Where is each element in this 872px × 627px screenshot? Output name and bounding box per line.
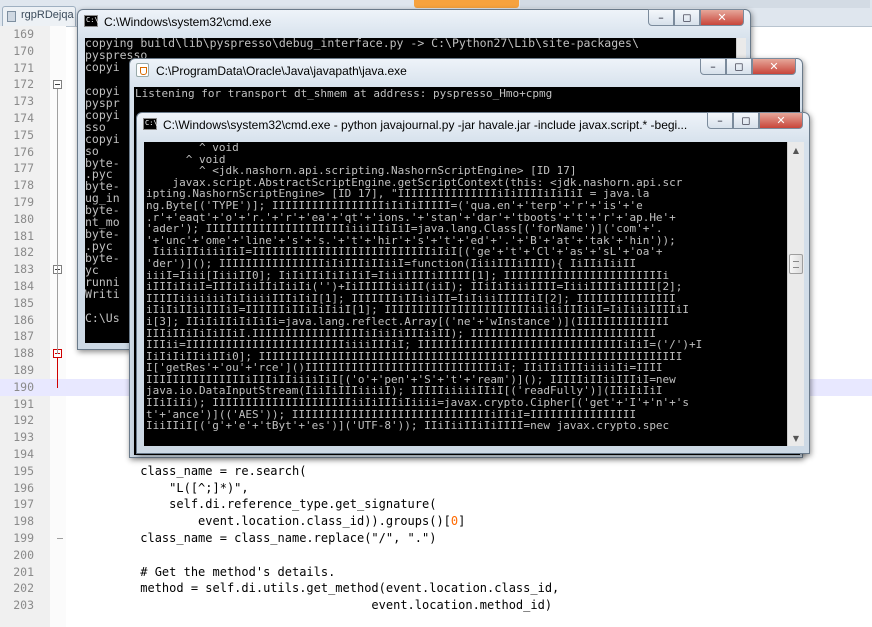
- window-title: C:\Windows\system32\cmd.exe: [104, 15, 272, 29]
- code-line: 202 method = self.di.utils.get_method(ev…: [0, 580, 872, 597]
- console-output[interactable]: ^ void ^ void ^ <jdk.nashorn.api.scripti…: [144, 142, 787, 446]
- title-bar[interactable]: C:\Windows\system32\cmd.exe – ◻ ✕: [78, 9, 750, 34]
- line-number: 190: [13, 379, 34, 394]
- vertical-scrollbar[interactable]: ▲ ▼: [787, 142, 804, 446]
- line-number: 200: [13, 547, 34, 562]
- fold-guide-line: [57, 89, 58, 355]
- line-number: 171: [13, 60, 34, 75]
- line-number: 170: [13, 43, 34, 58]
- line-number: 191: [13, 396, 34, 411]
- maximize-button[interactable]: ◻: [733, 112, 759, 129]
- close-button[interactable]: ✕: [759, 112, 803, 129]
- editor-tab-label: rgpRDejqa: [21, 9, 74, 21]
- line-number: 198: [13, 514, 34, 529]
- line-number: 202: [13, 581, 34, 596]
- line-number: 180: [13, 211, 34, 226]
- console-text: Listening for transport dt_shmem at addr…: [135, 87, 553, 100]
- code-text: class_name = re.search(: [68, 463, 307, 478]
- fold-end-marker: [57, 538, 63, 539]
- title-bar[interactable]: C:\Windows\system32\cmd.exe - python jav…: [137, 112, 809, 137]
- code-text: event.location.class_id)).groups()[0]: [68, 514, 466, 529]
- code-line: 199 class_name = class_name.replace("/",…: [0, 530, 872, 547]
- window-title: C:\ProgramData\Oracle\Java\javapath\java…: [156, 64, 407, 78]
- code-text: "L([^;]*)",: [68, 480, 249, 495]
- window-title: C:\Windows\system32\cmd.exe - python jav…: [163, 118, 688, 132]
- scroll-up-arrow-icon[interactable]: ▲: [788, 142, 804, 158]
- line-number: 173: [13, 94, 34, 109]
- code-text: # Get the method's details.: [68, 564, 336, 579]
- maximize-button[interactable]: ◻: [674, 9, 700, 26]
- scroll-thumb[interactable]: [789, 254, 803, 274]
- line-number: 182: [13, 245, 34, 260]
- code-text: method = self.di.utils.get_method(event.…: [68, 581, 560, 596]
- line-number: 196: [13, 480, 34, 495]
- code-line: 197 self.di.reference_type.get_signature…: [0, 496, 872, 513]
- line-number: 201: [13, 564, 34, 579]
- line-number: 183: [13, 262, 34, 277]
- line-number: 178: [13, 178, 34, 193]
- minimize-button[interactable]: –: [707, 112, 733, 129]
- code-line: 198 event.location.class_id)).groups()[0…: [0, 513, 872, 530]
- code-line: 200: [0, 547, 872, 564]
- line-number: 184: [13, 279, 34, 293]
- line-number: 181: [13, 228, 34, 243]
- line-number: 176: [13, 144, 34, 159]
- title-bar[interactable]: C:\ProgramData\Oracle\Java\javapath\java…: [130, 58, 802, 83]
- cmd-icon: [84, 15, 99, 27]
- line-number: 203: [13, 598, 34, 613]
- line-number: 194: [13, 447, 34, 461]
- line-number: 177: [13, 161, 34, 176]
- fold-toggle-icon[interactable]: [53, 80, 62, 90]
- line-number: 169: [13, 27, 34, 41]
- line-number: 185: [13, 295, 34, 310]
- code-text: self.di.reference_type.get_signature(: [68, 497, 437, 512]
- cmd-window-front[interactable]: C:\Windows\system32\cmd.exe - python jav…: [136, 112, 810, 454]
- scroll-down-arrow-icon[interactable]: ▼: [788, 430, 804, 446]
- console-text: ^ void ^ void ^ <jdk.nashorn.api.scripti…: [146, 142, 703, 433]
- editor-tab-active[interactable]: [414, 0, 519, 8]
- java-icon: [136, 63, 149, 77]
- line-number: 179: [13, 195, 34, 209]
- line-number: 189: [13, 363, 34, 377]
- code-line: 201 # Get the method's details.: [0, 564, 872, 581]
- line-number: 175: [13, 127, 34, 142]
- code-line: 195 class_name = re.search(: [0, 463, 872, 480]
- line-number: 188: [13, 346, 34, 361]
- minimize-button[interactable]: –: [648, 9, 674, 26]
- cmd-icon: [143, 118, 158, 130]
- fold-guide-line: [57, 358, 58, 388]
- editor-tab-strip: [520, 0, 870, 8]
- minimize-button[interactable]: –: [700, 58, 726, 75]
- code-text: event.location.method_id): [68, 598, 553, 613]
- editor-tab[interactable]: rgpRDejqa: [2, 6, 76, 26]
- code-line: 196 "L([^;]*)",: [0, 480, 872, 497]
- line-number: 174: [13, 111, 34, 125]
- line-number: 199: [13, 531, 34, 545]
- line-number: 197: [13, 497, 34, 512]
- maximize-button[interactable]: ◻: [726, 58, 752, 75]
- line-number: 195: [13, 463, 34, 478]
- close-button[interactable]: ✕: [752, 58, 796, 75]
- line-number: 192: [13, 413, 34, 428]
- line-number: 193: [13, 430, 34, 445]
- code-text: class_name = class_name.replace("/", "."…: [68, 531, 437, 545]
- line-number: 187: [13, 329, 34, 344]
- close-button[interactable]: ✕: [700, 9, 744, 26]
- line-number: 186: [13, 312, 34, 327]
- file-icon: [7, 11, 16, 22]
- code-line: 203 event.location.method_id): [0, 597, 872, 614]
- line-number: 172: [13, 77, 34, 92]
